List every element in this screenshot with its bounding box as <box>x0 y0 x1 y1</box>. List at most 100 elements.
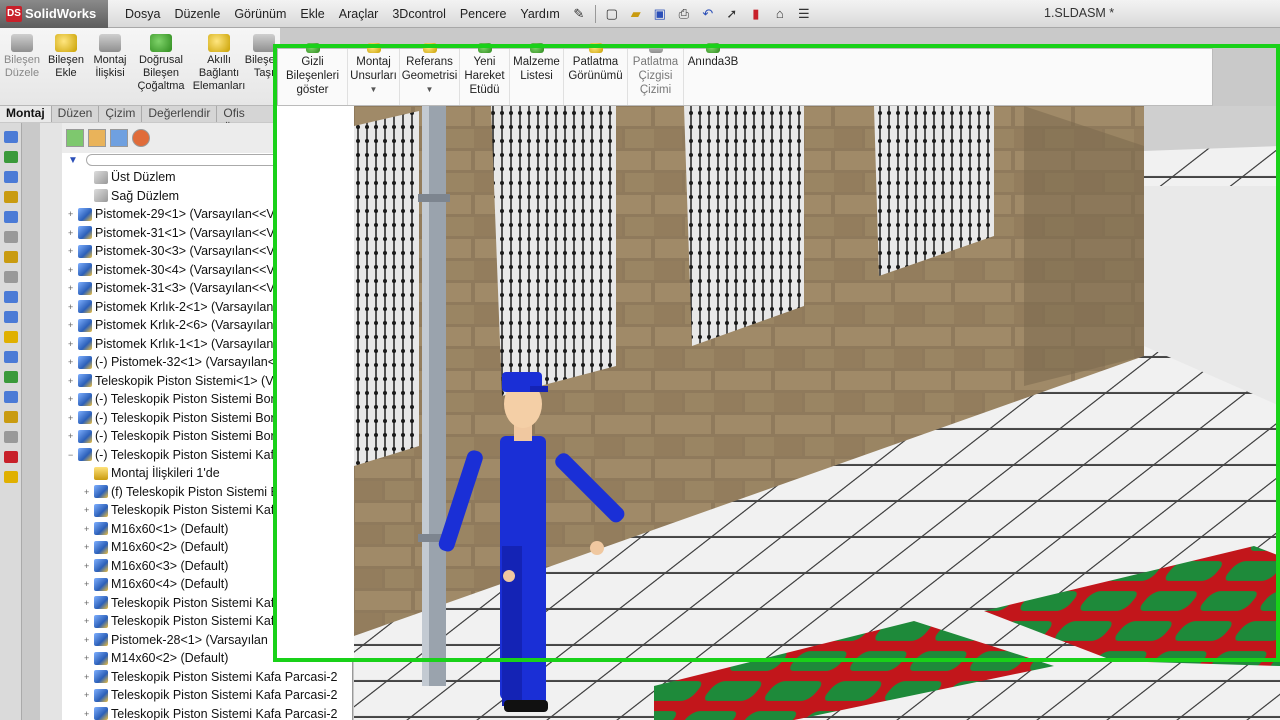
tree-expand-toggle[interactable]: + <box>68 427 78 445</box>
maximize-icon[interactable] <box>1230 4 1250 22</box>
rectangle-tool-icon[interactable] <box>4 171 18 183</box>
tool-icon-18[interactable] <box>4 471 18 483</box>
measure-tool-icon[interactable] <box>4 311 18 323</box>
feature-tree-tab-icon[interactable] <box>66 129 84 147</box>
tree-expand-toggle[interactable]: + <box>84 668 94 686</box>
configuration-manager-tab-icon[interactable] <box>110 129 128 147</box>
tree-expand-toggle[interactable]: − <box>68 446 78 464</box>
menu-help[interactable]: Yardım <box>513 7 566 21</box>
tree-expand-toggle[interactable]: + <box>84 594 94 612</box>
menu-insert[interactable]: Ekle <box>293 7 331 21</box>
rebuild-icon[interactable]: ▮ <box>747 5 765 23</box>
tree-expand-toggle[interactable]: + <box>68 242 78 260</box>
menu-3dcontrol[interactable]: 3Dcontrol <box>385 7 453 21</box>
sketch-tool-icon[interactable] <box>4 131 18 143</box>
arc-tool-icon[interactable] <box>4 211 18 223</box>
tree-expand-toggle[interactable]: + <box>84 557 94 575</box>
dimension-tool-icon[interactable] <box>4 251 18 263</box>
menu-window[interactable]: Pencere <box>453 7 514 21</box>
move-component-button[interactable]: Bileşeni Taşı <box>245 28 283 105</box>
tree-expand-toggle[interactable]: + <box>68 316 78 334</box>
smart-fastener-button[interactable]: Akıllı Bağlantı Elemanları <box>190 28 248 105</box>
insert-component-button[interactable]: Bileşen Ekle <box>44 28 88 105</box>
assembly-features-button[interactable]: Montaj Unsurları ▼ <box>348 43 400 105</box>
save-icon[interactable]: ▣ <box>651 5 669 23</box>
minimize-icon[interactable] <box>1206 4 1226 22</box>
part-icon <box>94 559 108 572</box>
tree-expand-toggle[interactable]: + <box>68 205 78 223</box>
graphics-viewport[interactable] <box>354 106 1280 720</box>
tree-expand-toggle[interactable]: + <box>68 224 78 242</box>
tab-sketch[interactable]: Çizim <box>99 106 143 122</box>
select-arrow-icon[interactable]: ➚ <box>723 5 741 23</box>
show-hidden-components-button[interactable]: Gizli Bileşenleri göster <box>278 43 348 105</box>
tree-expand-toggle[interactable]: + <box>84 483 94 501</box>
display-manager-tab-icon[interactable] <box>132 129 150 147</box>
tree-expand-toggle[interactable]: + <box>68 390 78 408</box>
tool-icon-15[interactable] <box>4 411 18 423</box>
menu-view[interactable]: Görünüm <box>227 7 293 21</box>
warning-tool-icon[interactable] <box>4 331 18 343</box>
property-manager-tab-icon[interactable] <box>88 129 106 147</box>
tree-expand-toggle[interactable]: + <box>84 575 94 593</box>
pin-icon[interactable]: ✎ <box>570 5 588 23</box>
bill-of-materials-button[interactable]: Malzeme Listesi <box>510 43 564 105</box>
tree-expand-toggle[interactable]: + <box>68 279 78 297</box>
tree-expand-toggle[interactable]: + <box>84 649 94 667</box>
tree-row[interactable]: + Teleskopik Piston Sistemi Kafa Parcasi-… <box>62 686 352 704</box>
tool-icon-16[interactable] <box>4 431 18 443</box>
tree-expand-toggle[interactable]: + <box>68 353 78 371</box>
table-tool-icon[interactable] <box>4 351 18 363</box>
menu-file[interactable]: Dosya <box>118 7 167 21</box>
menu-edit[interactable]: Düzenle <box>167 7 227 21</box>
tree-expand-toggle[interactable]: + <box>84 538 94 556</box>
circle-tool-icon[interactable] <box>4 191 18 203</box>
mate-button[interactable]: Montaj İlişkisi <box>88 28 132 105</box>
app-logo[interactable]: DS SolidWorks <box>0 0 108 28</box>
tree-expand-toggle[interactable]: + <box>68 335 78 353</box>
tab-evaluate[interactable]: Değerlendir <box>142 106 218 122</box>
tree-row[interactable]: + Teleskopik Piston Sistemi Kafa Parcasi-… <box>62 705 352 720</box>
tree-expand-toggle[interactable]: + <box>84 501 94 519</box>
tree-expand-toggle[interactable]: + <box>84 686 94 704</box>
tree-expand-toggle[interactable]: + <box>68 409 78 427</box>
edit-component-button[interactable]: Bileşen Düzele <box>0 28 44 105</box>
tree-expand-toggle[interactable]: + <box>84 612 94 630</box>
undo-icon[interactable]: ↶ <box>699 5 717 23</box>
filter-icon[interactable]: ▼ <box>68 155 78 166</box>
tree-expand-toggle[interactable]: + <box>84 631 94 649</box>
close-icon[interactable] <box>1254 4 1274 22</box>
reference-geometry-button[interactable]: Referans Geometrisi ▼ <box>400 43 460 105</box>
linear-pattern-button[interactable]: Doğrusal Bileşen Çoğaltma <box>132 28 190 105</box>
menu-tools[interactable]: Araçlar <box>332 7 386 21</box>
open-folder-icon[interactable]: ▰ <box>627 5 645 23</box>
new-document-icon[interactable]: ▢ <box>603 5 621 23</box>
options-icon[interactable]: ☰ <box>795 5 813 23</box>
new-motion-study-button[interactable]: Yeni Hareket Etüdü <box>460 43 510 105</box>
instant3d-button[interactable]: Anında3B <box>684 43 742 105</box>
explode-line-sketch-button[interactable]: Patlatma Çizgisi Çizimi <box>628 43 684 105</box>
line-tool-icon[interactable] <box>4 151 18 163</box>
tree-expand-toggle[interactable]: + <box>84 520 94 538</box>
spline-tool-icon[interactable] <box>4 231 18 243</box>
assembly-features-dropdown-icon[interactable]: ▼ <box>370 83 378 97</box>
part-icon <box>94 688 108 702</box>
tree-expand-toggle[interactable]: + <box>68 298 78 316</box>
chart-tool-icon[interactable] <box>4 371 18 383</box>
tree-expand-toggle[interactable]: + <box>84 705 94 720</box>
file-properties-icon[interactable]: ⌂ <box>771 5 789 23</box>
sum-tool-icon[interactable] <box>4 291 18 303</box>
tab-assembly[interactable]: Montaj <box>0 106 52 122</box>
print-icon[interactable]: ⎙ <box>675 5 693 23</box>
tab-layout[interactable]: Düzen <box>52 106 100 122</box>
reference-geometry-dropdown-icon[interactable]: ▼ <box>426 83 434 97</box>
tree-expand-toggle[interactable]: + <box>68 372 78 390</box>
insert-component-label: Bileşen Ekle <box>47 54 85 79</box>
exploded-view-button[interactable]: Patlatma Görünümü <box>564 43 628 105</box>
tree-expand-toggle[interactable]: + <box>68 261 78 279</box>
tree-row[interactable]: + Teleskopik Piston Sistemi Kafa Parcasi-… <box>62 668 352 686</box>
relation-tool-icon[interactable] <box>4 271 18 283</box>
tool-icon-17[interactable] <box>4 451 18 463</box>
tool-icon-14[interactable] <box>4 391 18 403</box>
tab-office-products[interactable]: Ofis Ürünleri <box>217 106 280 135</box>
